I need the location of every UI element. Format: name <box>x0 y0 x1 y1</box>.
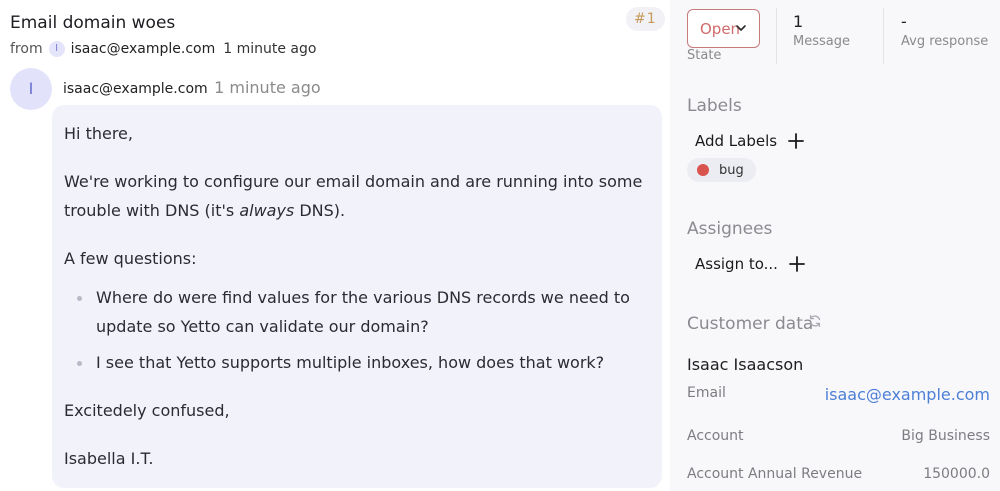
questions-list: Where do were find values for the variou… <box>64 283 650 377</box>
customer-name: Isaac Isaacson <box>687 355 804 374</box>
message-header: isaac@example.com 1 minute ago <box>63 78 321 97</box>
customer-email-value[interactable]: isaac@example.com <box>825 385 990 404</box>
customer-data-title: Customer data <box>687 314 814 334</box>
labels-title: Labels <box>687 96 742 116</box>
plus-icon <box>789 256 805 272</box>
message-signature: Isabella I.T. <box>64 449 154 468</box>
message-sender[interactable]: isaac@example.com <box>63 81 208 97</box>
message-paragraph: We're working to configure our email dom… <box>64 167 650 225</box>
state-dropdown[interactable]: Open <box>687 9 760 48</box>
message-time: 1 minute ago <box>214 78 321 97</box>
question-item: Where do were find values for the variou… <box>64 283 650 341</box>
message-count-label: Message <box>793 34 850 49</box>
stat-divider <box>883 8 884 64</box>
customer-field-key: Email <box>687 385 726 401</box>
ticket-sidebar: Open State 1 Message - Avg response Labe… <box>670 0 1000 491</box>
message-body: Hi there, We're working to configure our… <box>52 105 662 488</box>
question-item: I see that Yetto supports multiple inbox… <box>64 348 650 377</box>
label-color-dot <box>697 164 709 176</box>
from-email[interactable]: isaac@example.com <box>71 41 216 57</box>
conversation-subject: Email domain woes <box>10 13 176 33</box>
add-labels-label: Add Labels <box>695 132 778 150</box>
plus-icon <box>788 133 804 149</box>
customer-field-value: 150000.0 <box>923 466 990 482</box>
conversation-pane: Email domain woes #1 from I isaac@exampl… <box>0 0 670 491</box>
add-labels-button[interactable]: Add Labels <box>695 132 805 150</box>
customer-field-key: Account <box>687 428 744 444</box>
customer-field-key: Account Annual Revenue <box>687 466 863 482</box>
questions-intro: A few questions: <box>64 249 197 268</box>
from-time: 1 minute ago <box>223 41 317 57</box>
message-greeting: Hi there, <box>64 124 133 143</box>
label-chip-text: bug <box>719 162 744 178</box>
state-label: State <box>687 48 722 63</box>
sender-mini-avatar: I <box>48 41 65 57</box>
message-signoff: Excitedely confused, <box>64 401 230 420</box>
avg-response-label: Avg response <box>901 34 989 49</box>
sender-avatar: I <box>10 68 52 110</box>
assign-to-button[interactable]: Assign to... <box>695 255 806 273</box>
customer-field-value: Big Business <box>901 428 990 444</box>
customer-email-link[interactable]: isaac@example.com <box>825 385 990 404</box>
stat-divider <box>776 8 777 64</box>
avg-response-value: - <box>901 12 907 31</box>
label-chip-bug[interactable]: bug <box>687 158 756 182</box>
from-prefix: from <box>10 41 43 57</box>
assign-to-label: Assign to... <box>695 255 778 273</box>
para1-emphasis: always <box>239 201 295 220</box>
message-count: 1 <box>793 12 804 31</box>
from-line: from I isaac@example.com 1 minute ago <box>10 41 316 57</box>
refresh-icon[interactable] <box>808 314 822 328</box>
chevron-down-icon <box>736 25 746 31</box>
ticket-number-badge: #1 <box>626 7 665 31</box>
assignees-title: Assignees <box>687 219 773 239</box>
app-root: Email domain woes #1 from I isaac@exampl… <box>0 0 1000 491</box>
para1-after: DNS). <box>294 201 346 220</box>
para1-before: We're working to configure our email dom… <box>64 172 643 220</box>
